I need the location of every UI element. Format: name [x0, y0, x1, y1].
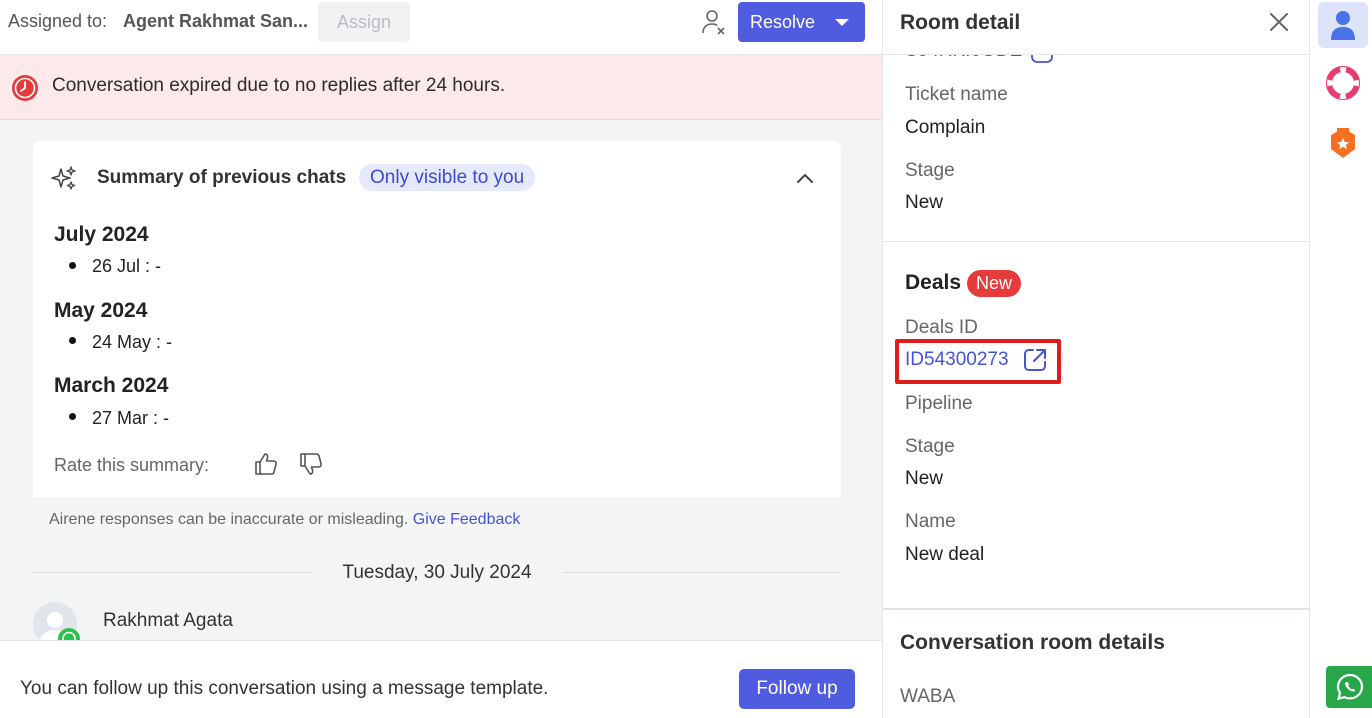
summary-month: March 2024: [54, 374, 169, 397]
assigned-agent-name[interactable]: Agent Rakhmat San...: [123, 11, 308, 32]
pipeline-label: Pipeline: [905, 393, 973, 414]
room-detail-header: Room detail: [883, 0, 1309, 55]
new-badge: New: [967, 270, 1022, 297]
assigned-label: Assigned to:: [8, 11, 108, 31]
thumb-down-icon[interactable]: [298, 451, 324, 477]
ticket-name-value: Complain: [905, 117, 986, 138]
disclaimer-message: Airene responses can be inaccurate or mi…: [49, 511, 409, 528]
summary-entry: 27 Mar : -: [92, 408, 170, 428]
conversation-panel: Assigned to: Agent Rakhmat San... Assign…: [0, 0, 882, 718]
summary-title: Summary of previous chats: [97, 167, 347, 188]
bullet: [69, 413, 76, 420]
disclaimer-bar: Airene responses can be inaccurate or mi…: [33, 497, 841, 543]
disclaimer-text: Airene responses can be inaccurate or mi…: [49, 511, 520, 529]
summary-card: Summary of previous chats Only visible t…: [33, 141, 841, 543]
conversation-date: Tuesday, 30 July 2024: [342, 562, 532, 583]
highlight-box: [895, 339, 1061, 384]
divider: [883, 608, 1309, 610]
sender-name: Rakhmat Agata: [103, 610, 233, 631]
give-feedback-link[interactable]: Give Feedback: [413, 511, 521, 528]
expired-alert-text: Conversation expired due to no replies a…: [52, 75, 506, 96]
assign-button[interactable]: Assign: [318, 2, 410, 42]
user-icon: [1331, 11, 1355, 40]
deal-name-label: Name: [905, 511, 956, 532]
waba-label: WABA: [900, 686, 956, 707]
bullet: [69, 262, 76, 269]
conversation-room-details-title: Conversation room details: [900, 631, 1165, 654]
date-separator: Tuesday, 30 July 2024: [33, 560, 841, 586]
summary-month: July 2024: [54, 223, 149, 246]
rate-summary-label: Rate this summary:: [54, 455, 210, 475]
summary-month: May 2024: [54, 299, 148, 322]
visibility-badge: Only visible to you: [359, 164, 536, 191]
deals-id-label: Deals ID: [905, 317, 978, 338]
whatsapp-channel-button[interactable]: [1326, 666, 1372, 708]
deal-stage-value: New: [905, 468, 944, 489]
summary-entry: 24 May : -: [92, 332, 173, 352]
bullet: [69, 337, 76, 344]
chevron-up-icon[interactable]: [793, 167, 817, 191]
side-icon-rail: [1309, 0, 1372, 718]
divider: [563, 572, 841, 573]
clock-alert-icon: [12, 75, 38, 101]
room-detail-title: Room detail: [900, 11, 1021, 34]
deal-name-value: New deal: [905, 544, 985, 565]
divider: [883, 241, 1309, 242]
deal-stage-label: Stage: [905, 436, 955, 457]
deals-title: Deals: [905, 271, 962, 294]
followup-bar: You can follow up this conversation usin…: [0, 640, 882, 718]
room-detail-panel: S54RKI6GDE Room detail Ticket name Compl…: [882, 0, 1309, 718]
thumb-up-icon[interactable]: [253, 451, 279, 477]
whatsapp-icon: [1336, 673, 1364, 701]
close-icon[interactable]: [1269, 12, 1289, 32]
lifebuoy-icon[interactable]: [1326, 66, 1360, 100]
caret-down-icon[interactable]: [835, 19, 849, 26]
expired-alert: Conversation expired due to no replies a…: [0, 55, 882, 120]
followup-text: You can follow up this conversation usin…: [20, 678, 549, 699]
summary-entry: 26 Jul : -: [92, 256, 162, 276]
resolve-label: Resolve: [750, 11, 816, 32]
rail-room-detail-tab[interactable]: [1318, 2, 1368, 48]
resolve-button[interactable]: Resolve: [738, 2, 865, 42]
sparkle-icon: [51, 166, 76, 190]
ticket-name-label: Ticket name: [905, 84, 1008, 105]
ticket-stage-label: Stage: [905, 160, 955, 181]
user-x-icon[interactable]: [700, 8, 726, 36]
conversation-topbar: Assigned to: Agent Rakhmat San... Assign…: [0, 0, 882, 55]
follow-up-button[interactable]: Follow up: [739, 669, 855, 709]
ticket-stage-value: New: [905, 192, 944, 213]
badge-star-icon[interactable]: [1326, 126, 1360, 160]
